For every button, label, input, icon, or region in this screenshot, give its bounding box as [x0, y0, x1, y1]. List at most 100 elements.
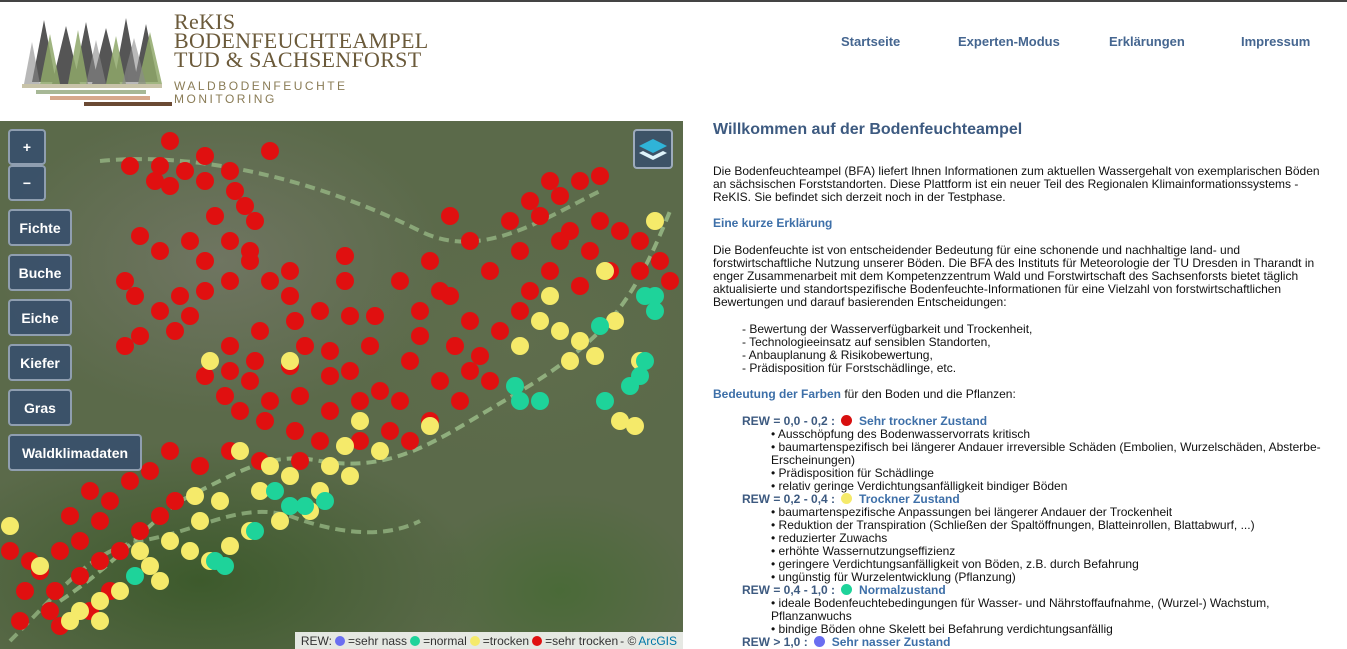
- station-marker[interactable]: [181, 232, 199, 250]
- nav-impressum[interactable]: Impressum: [1241, 34, 1310, 49]
- station-marker[interactable]: [191, 457, 209, 475]
- station-marker[interactable]: [636, 352, 654, 370]
- station-marker[interactable]: [256, 412, 274, 430]
- station-marker[interactable]: [586, 347, 604, 365]
- station-marker[interactable]: [381, 422, 399, 440]
- station-marker[interactable]: [46, 582, 64, 600]
- station-marker[interactable]: [341, 362, 359, 380]
- station-marker[interactable]: [131, 542, 149, 560]
- station-marker[interactable]: [316, 492, 334, 510]
- station-marker[interactable]: [296, 337, 314, 355]
- station-marker[interactable]: [166, 322, 184, 340]
- station-marker[interactable]: [541, 172, 559, 190]
- station-marker[interactable]: [646, 212, 664, 230]
- station-marker[interactable]: [401, 352, 419, 370]
- station-marker[interactable]: [11, 612, 29, 630]
- station-marker[interactable]: [221, 272, 239, 290]
- station-marker[interactable]: [111, 582, 129, 600]
- site-logo[interactable]: ReKIS BODENFEUCHTEAMPEL TUD & SACHSENFOR…: [22, 11, 462, 112]
- station-marker[interactable]: [131, 227, 149, 245]
- station-marker[interactable]: [281, 287, 299, 305]
- station-marker[interactable]: [261, 457, 279, 475]
- station-marker[interactable]: [511, 302, 529, 320]
- station-marker[interactable]: [171, 287, 189, 305]
- station-marker[interactable]: [521, 192, 539, 210]
- station-marker[interactable]: [61, 612, 79, 630]
- layers-button[interactable]: [633, 129, 673, 169]
- station-marker[interactable]: [71, 567, 89, 585]
- station-marker[interactable]: [591, 167, 609, 185]
- station-marker[interactable]: [91, 612, 109, 630]
- station-marker[interactable]: [191, 512, 209, 530]
- station-marker[interactable]: [266, 482, 284, 500]
- eiche-button[interactable]: Eiche: [8, 299, 72, 336]
- station-marker[interactable]: [411, 327, 429, 345]
- station-marker[interactable]: [631, 232, 649, 250]
- station-marker[interactable]: [1, 542, 19, 560]
- station-marker[interactable]: [591, 317, 609, 335]
- station-marker[interactable]: [311, 432, 329, 450]
- station-marker[interactable]: [206, 207, 224, 225]
- station-marker[interactable]: [241, 372, 259, 390]
- station-marker[interactable]: [211, 492, 229, 510]
- buche-button[interactable]: Buche: [8, 254, 72, 291]
- station-marker[interactable]: [531, 312, 549, 330]
- station-marker[interactable]: [296, 497, 314, 515]
- station-marker[interactable]: [281, 467, 299, 485]
- station-marker[interactable]: [511, 242, 529, 260]
- station-marker[interactable]: [231, 402, 249, 420]
- station-marker[interactable]: [286, 312, 304, 330]
- station-marker[interactable]: [231, 442, 249, 460]
- station-marker[interactable]: [281, 352, 299, 370]
- station-marker[interactable]: [71, 532, 89, 550]
- station-marker[interactable]: [336, 247, 354, 265]
- station-marker[interactable]: [661, 272, 679, 290]
- station-marker[interactable]: [611, 222, 629, 240]
- station-marker[interactable]: [16, 582, 34, 600]
- station-marker[interactable]: [581, 242, 599, 260]
- kiefer-button[interactable]: Kiefer: [8, 344, 72, 381]
- nav-experten-modus[interactable]: Experten-Modus: [958, 34, 1060, 49]
- station-marker[interactable]: [196, 282, 214, 300]
- station-marker[interactable]: [321, 367, 339, 385]
- station-marker[interactable]: [281, 262, 299, 280]
- station-marker[interactable]: [596, 392, 614, 410]
- station-marker[interactable]: [491, 322, 509, 340]
- station-marker[interactable]: [531, 207, 549, 225]
- station-marker[interactable]: [561, 352, 579, 370]
- station-marker[interactable]: [161, 442, 179, 460]
- station-marker[interactable]: [481, 262, 499, 280]
- station-marker[interactable]: [151, 242, 169, 260]
- station-marker[interactable]: [596, 262, 614, 280]
- station-marker[interactable]: [246, 352, 264, 370]
- station-marker[interactable]: [321, 402, 339, 420]
- station-marker[interactable]: [551, 187, 569, 205]
- station-marker[interactable]: [411, 302, 429, 320]
- nav-erklaerungen[interactable]: Erklärungen: [1109, 34, 1185, 49]
- station-marker[interactable]: [196, 147, 214, 165]
- station-marker[interactable]: [391, 272, 409, 290]
- station-marker[interactable]: [131, 327, 149, 345]
- station-marker[interactable]: [121, 472, 139, 490]
- station-marker[interactable]: [521, 282, 539, 300]
- station-marker[interactable]: [571, 277, 589, 295]
- station-marker[interactable]: [501, 212, 519, 230]
- station-marker[interactable]: [461, 232, 479, 250]
- station-marker[interactable]: [141, 462, 159, 480]
- station-marker[interactable]: [216, 387, 234, 405]
- station-marker[interactable]: [591, 212, 609, 230]
- station-marker[interactable]: [421, 252, 439, 270]
- station-marker[interactable]: [126, 287, 144, 305]
- station-marker[interactable]: [216, 557, 234, 575]
- station-marker[interactable]: [336, 437, 354, 455]
- station-marker[interactable]: [261, 392, 279, 410]
- station-marker[interactable]: [511, 392, 529, 410]
- station-marker[interactable]: [626, 417, 644, 435]
- zoom-in-button[interactable]: +: [8, 129, 46, 165]
- station-marker[interactable]: [371, 442, 389, 460]
- station-marker[interactable]: [551, 322, 569, 340]
- station-marker[interactable]: [241, 252, 259, 270]
- arcgis-link[interactable]: ArcGIS: [638, 634, 677, 648]
- station-marker[interactable]: [161, 532, 179, 550]
- station-marker[interactable]: [651, 252, 669, 270]
